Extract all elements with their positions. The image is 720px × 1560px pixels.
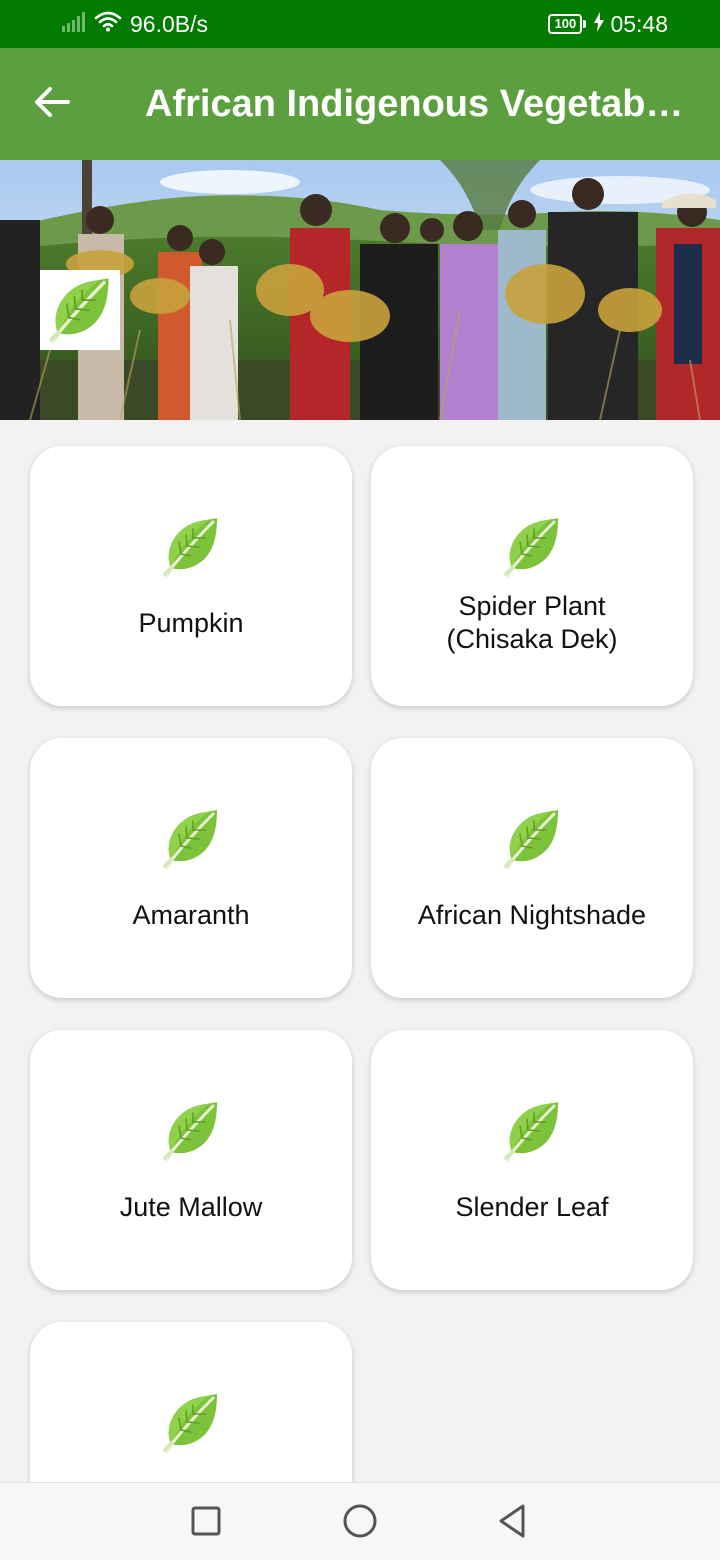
app-screen: 96.0B/s 100 05:48 African Indigenous Veg… bbox=[0, 0, 720, 1560]
vegetable-card-african-nightshade[interactable]: African Nightshade bbox=[371, 738, 693, 998]
leafy-green-icon bbox=[163, 516, 219, 578]
back-icon bbox=[496, 1503, 528, 1544]
signal-icon bbox=[62, 11, 86, 38]
hero-banner-image bbox=[0, 160, 720, 420]
page-title: African Indigenous Vegetable... bbox=[145, 83, 690, 125]
app-bar: African Indigenous Vegetable... bbox=[0, 48, 720, 160]
vegetable-card-slender-leaf[interactable]: Slender Leaf bbox=[371, 1030, 693, 1290]
leafy-green-icon bbox=[49, 276, 111, 344]
network-speed: 96.0B/s bbox=[130, 10, 208, 37]
vegetable-card-amaranth[interactable]: Amaranth bbox=[30, 738, 352, 998]
battery-icon: 100 bbox=[548, 14, 587, 34]
system-navigation-bar bbox=[0, 1482, 720, 1560]
home-button[interactable] bbox=[338, 1501, 382, 1545]
status-bar: 96.0B/s 100 05:48 bbox=[0, 0, 720, 48]
vegetable-label: Spider Plant (Chisaka Dek) bbox=[446, 591, 618, 654]
leafy-green-icon bbox=[163, 808, 219, 870]
recent-apps-button[interactable] bbox=[184, 1501, 228, 1545]
vegetable-card-spider-plant[interactable]: Spider Plant (Chisaka Dek) bbox=[371, 446, 693, 706]
home-icon bbox=[342, 1503, 378, 1544]
vegetable-label: African Nightshade bbox=[417, 900, 647, 930]
leafy-green-icon bbox=[504, 1100, 560, 1162]
vegetable-card-jute-mallow[interactable]: Jute Mallow bbox=[30, 1030, 352, 1290]
battery-level: 100 bbox=[554, 16, 577, 31]
leafy-green-icon bbox=[163, 1392, 219, 1454]
leafy-green-icon bbox=[504, 808, 560, 870]
charging-icon bbox=[594, 11, 605, 38]
back-button[interactable] bbox=[20, 72, 84, 136]
vegetable-label: Amaranth bbox=[132, 900, 250, 930]
recent-apps-icon bbox=[190, 1505, 222, 1542]
clock: 05:48 bbox=[610, 10, 668, 37]
status-left: 96.0B/s bbox=[62, 8, 208, 40]
system-back-button[interactable] bbox=[490, 1501, 534, 1545]
vegetable-label: Pumpkin bbox=[138, 608, 244, 638]
arrow-left-icon bbox=[34, 86, 70, 123]
vegetable-label: Slender Leaf bbox=[455, 1192, 609, 1222]
vegetable-card-pumpkin[interactable]: Pumpkin bbox=[30, 446, 352, 706]
leafy-green-icon bbox=[504, 516, 560, 578]
hero-badge bbox=[40, 270, 120, 350]
wifi-icon bbox=[94, 10, 122, 38]
leafy-green-icon bbox=[163, 1100, 219, 1162]
status-right: 100 05:48 bbox=[548, 8, 668, 40]
vegetable-label: Jute Mallow bbox=[119, 1192, 263, 1222]
